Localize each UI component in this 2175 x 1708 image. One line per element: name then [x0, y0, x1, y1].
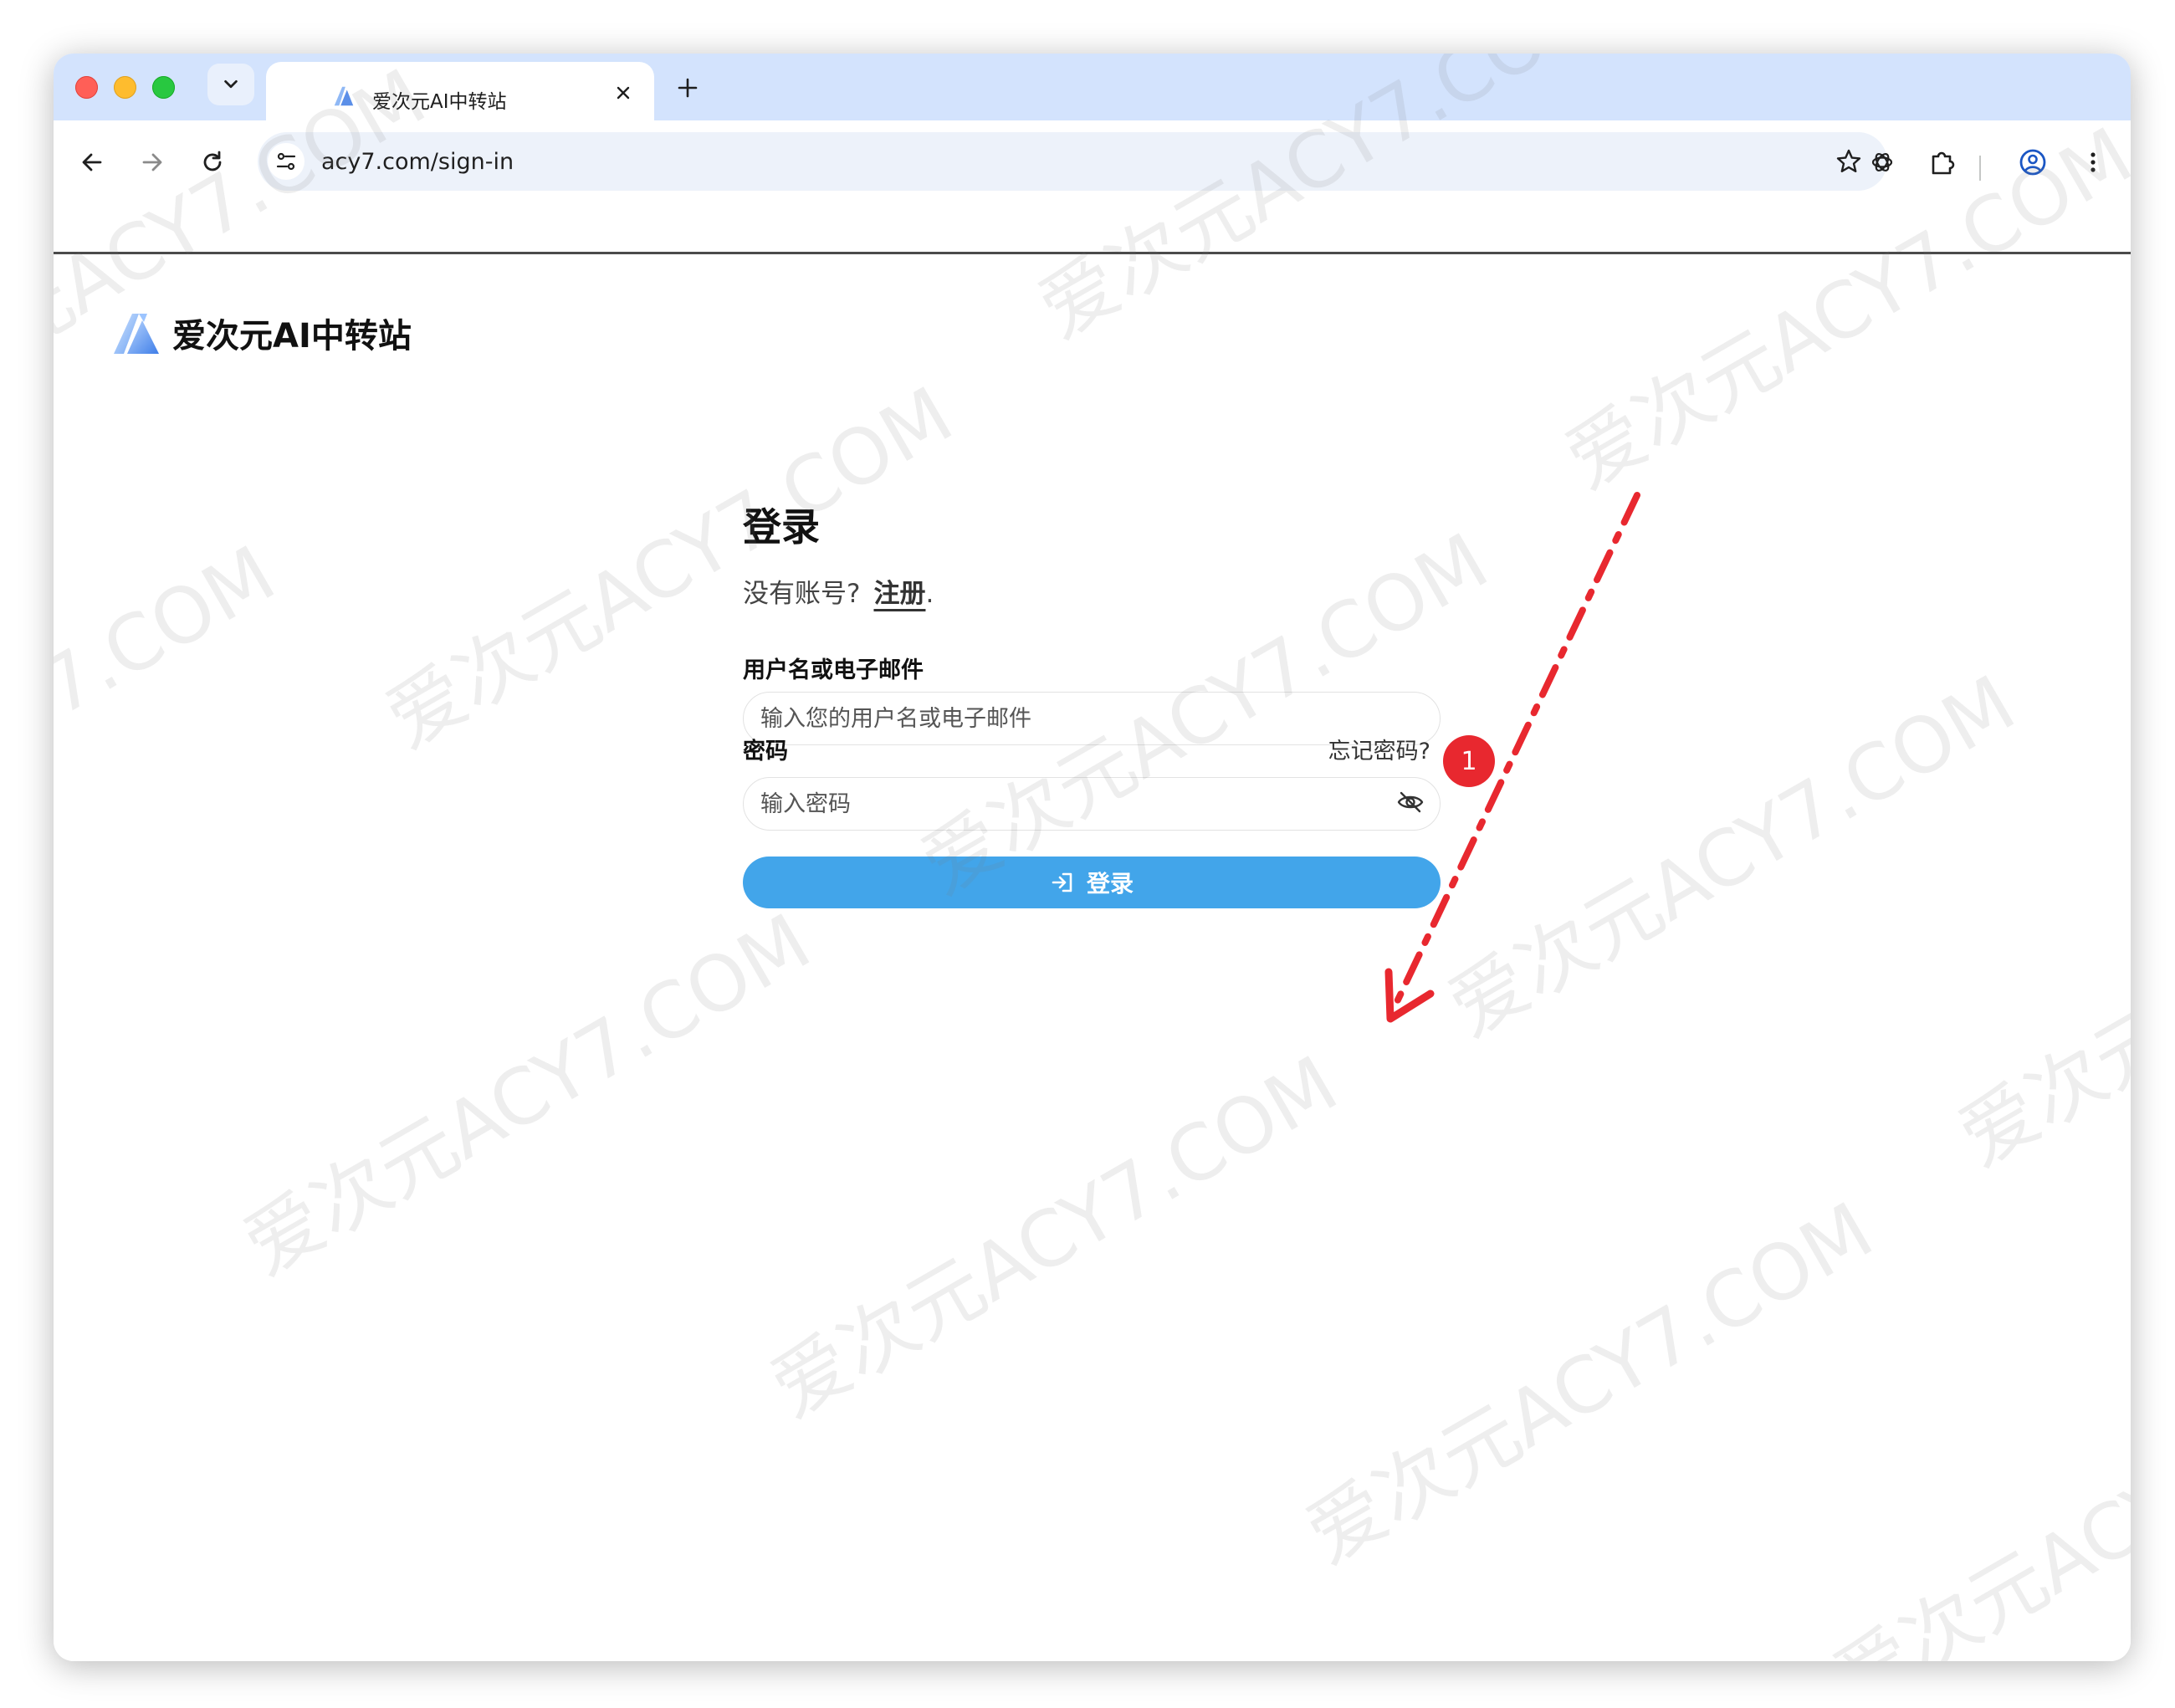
bookmark-button[interactable] — [1834, 146, 1864, 176]
tab-strip: 爱次元AI中转站 — [54, 54, 2131, 120]
no-account-text: 没有账号? — [743, 579, 861, 609]
close-window-button[interactable] — [75, 76, 98, 99]
signup-suffix: . — [925, 579, 934, 609]
extensions-button[interactable] — [1926, 146, 1959, 179]
active-tab[interactable]: 爱次元AI中转站 — [266, 62, 654, 120]
site-info-button[interactable] — [268, 143, 304, 180]
site-settings-icon — [276, 152, 296, 171]
profile-button[interactable] — [2016, 146, 2050, 179]
openai-extension-button[interactable] — [1865, 146, 1899, 179]
tab-search-button[interactable] — [207, 64, 254, 105]
star-icon — [1836, 149, 1861, 172]
toggle-password-visibility[interactable] — [1395, 787, 1425, 817]
password-input[interactable] — [743, 777, 1441, 831]
plus-icon — [678, 78, 698, 98]
reload-button[interactable] — [196, 146, 229, 179]
tab-title: 爱次元AI中转站 — [372, 91, 507, 113]
maximize-window-button[interactable] — [152, 76, 175, 99]
toolbar-divider — [1979, 156, 1981, 181]
forgot-password-link[interactable]: 忘记密码? — [1328, 733, 1430, 765]
login-button-label: 登录 — [1086, 870, 1134, 897]
page-content: 爱次元AI中转站 登录 没有账号? 注册. 用户名或电子邮件 密码 忘记密码? — [54, 254, 2131, 1661]
browser-menu-button[interactable] — [2076, 146, 2110, 179]
reload-icon — [203, 151, 222, 171]
browser-window: 爱次元AI中转站 acy7.com/sign-in 爱次元AI中转站 登录 没有… — [54, 54, 2131, 1661]
password-label: 密码 — [743, 739, 788, 765]
chevron-down-icon — [224, 79, 238, 89]
eye-off-icon — [1397, 791, 1424, 813]
tab-close-button[interactable] — [611, 80, 636, 105]
new-tab-button[interactable] — [673, 73, 703, 103]
more-vert-icon — [2091, 152, 2096, 172]
minimize-window-button[interactable] — [114, 76, 136, 99]
forward-arrow-icon — [142, 153, 162, 171]
page-title: 登录 — [743, 504, 820, 550]
login-arrow-icon — [1050, 870, 1075, 895]
back-arrow-icon — [82, 153, 102, 171]
signup-prompt: 没有账号? 注册. — [743, 572, 934, 610]
browser-toolbar: acy7.com/sign-in — [54, 120, 2131, 254]
step-number-badge: 1 — [1443, 735, 1495, 787]
username-label: 用户名或电子邮件 — [743, 657, 924, 683]
login-submit-button[interactable]: 登录 — [743, 857, 1441, 908]
forward-button[interactable] — [136, 146, 169, 179]
signup-link[interactable]: 注册 — [873, 579, 925, 609]
url-text[interactable]: acy7.com/sign-in — [321, 149, 514, 175]
brand-name: 爱次元AI中转站 — [172, 317, 412, 355]
openai-extension-icon — [1871, 152, 1893, 172]
site-header-brand[interactable]: 爱次元AI中转站 — [110, 308, 412, 358]
back-button[interactable] — [75, 146, 109, 179]
address-bar[interactable]: acy7.com/sign-in — [258, 132, 1887, 191]
extensions-puzzle-icon — [1932, 151, 1955, 175]
close-icon — [617, 86, 630, 100]
site-logo-icon — [334, 86, 354, 106]
profile-icon — [2019, 149, 2046, 176]
annotation-arrow — [1384, 492, 1640, 1023]
brand-logo-icon — [114, 314, 159, 354]
